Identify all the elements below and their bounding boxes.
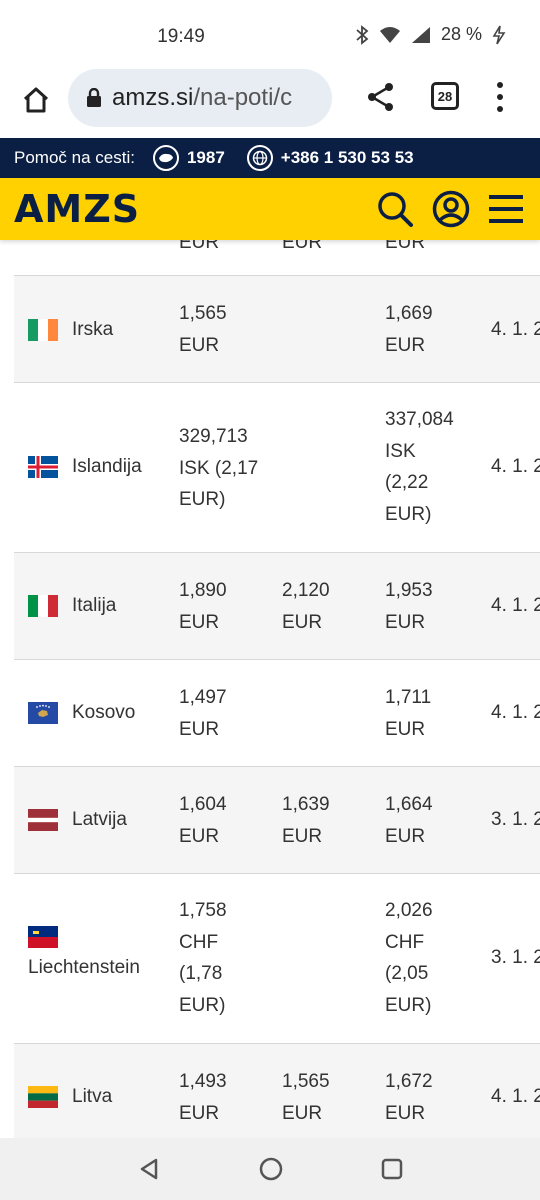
home-icon: [23, 87, 49, 113]
price-cell: 1,672 EUR: [385, 1071, 433, 1124]
price-cell: 1,669 EUR: [385, 303, 433, 356]
phone-intl-link[interactable]: +386 1 530 53 53: [246, 145, 414, 171]
phone-short: 1987: [186, 148, 225, 167]
roadside-help-bar: Pomoč na cesti: 1987 +386 1 530 53 53: [0, 138, 540, 178]
wifi-icon: [379, 26, 400, 43]
status-icons: 28 %: [355, 24, 506, 45]
country-cell: Irska: [28, 314, 113, 346]
table-row: Irska 1,565 EUR 1,669 EUR 4. 1. 2: [14, 276, 540, 383]
table-row: Litva 1,493 EUR 1,565 EUR 1,672 EUR 4. 1…: [14, 1044, 540, 1138]
price-cell: 1,639 EUR: [282, 794, 330, 847]
date-cell: 4. 1. 2: [491, 702, 540, 723]
phone-intl: +386 1 530 53 53: [280, 148, 414, 167]
price-cell: 1,711 EUR: [385, 687, 432, 740]
country-cell: Kosovo: [28, 697, 135, 729]
iceland-flag-icon: [28, 455, 58, 478]
date-cell: 4. 1. 2: [491, 456, 540, 477]
country-cell: Latvija: [28, 804, 127, 836]
back-icon[interactable]: [137, 1157, 161, 1181]
country-name: Latvija: [72, 809, 127, 830]
home-button[interactable]: [16, 80, 56, 120]
price-cell: 1,604 EUR: [179, 794, 227, 847]
country-cell: Italija: [28, 590, 116, 622]
amzs-logo[interactable]: AMZS: [14, 187, 140, 231]
price-cell: 1,664 EUR: [385, 794, 433, 847]
date-cell: 3. 1. 2: [491, 809, 540, 830]
menu-dot-icon: [497, 82, 503, 88]
bluetooth-icon: [356, 24, 369, 45]
menu-dot-icon: [497, 106, 503, 112]
price-cell: 1,565 EUR: [179, 303, 227, 356]
country-cell: Liechtenstein: [28, 926, 140, 984]
table-row: Liechtenstein 1,758 CHF (1,78 EUR) 2,026…: [14, 874, 540, 1044]
battery-charging-icon: [492, 25, 506, 44]
home-circle-icon[interactable]: [259, 1157, 283, 1181]
price-cell: 2,120 EUR: [282, 580, 330, 633]
table-row: Islandija 329,713 ISK (2,17 EUR) 337,084…: [14, 383, 540, 553]
price-cell: 1,497 EUR: [179, 687, 227, 740]
share-button[interactable]: [364, 80, 398, 114]
slovenia-map-icon: [152, 145, 179, 171]
price-cell: 1,565 EUR: [282, 1071, 330, 1124]
italy-flag-icon: [28, 594, 58, 617]
status-bar: 19:49 28 %: [0, 0, 540, 66]
country-cell: Islandija: [28, 451, 142, 483]
help-label: Pomoč na cesti:: [14, 148, 135, 167]
country-name: Irska: [72, 319, 114, 340]
browser-menu-button[interactable]: [490, 82, 510, 112]
user-account-icon[interactable]: [432, 190, 470, 228]
date-cell: 4. 1. 2: [491, 319, 540, 340]
phone-short-link[interactable]: 1987: [152, 145, 225, 171]
search-icon[interactable]: [376, 190, 414, 228]
country-name: Liechtenstein: [28, 957, 140, 978]
recents-icon[interactable]: [381, 1158, 403, 1180]
country-name: Kosovo: [72, 702, 136, 723]
date-cell: 4. 1. 2: [491, 1086, 540, 1107]
price-cell: 329,713 ISK (2,17 EUR): [179, 426, 259, 510]
lock-icon: [87, 88, 101, 107]
country-cell: Litva: [28, 1081, 112, 1113]
address-bar[interactable]: amzs.si/na-poti/c: [68, 69, 332, 127]
table-row: Italija 1,890 EUR 2,120 EUR 1,953 EUR 4.…: [14, 553, 540, 660]
kosovo-flag-icon: [28, 701, 58, 724]
menu-dot-icon: [497, 94, 503, 100]
country-name: Italija: [72, 595, 117, 616]
price-cell: 1,953 EUR: [385, 580, 433, 633]
price-cell: 2,026 CHF (2,05 EUR): [385, 900, 433, 1016]
date-cell: 3. 1. 2: [491, 947, 540, 968]
site-header: AMZS: [0, 178, 540, 240]
table-cell: EUR: [282, 240, 323, 253]
status-time: 19:49: [157, 26, 205, 47]
price-cell: 1,493 EUR: [179, 1071, 227, 1124]
tab-switcher-button[interactable]: 28: [431, 82, 459, 110]
liechtenstein-flag-icon: [28, 926, 58, 948]
table-row: Kosovo 1,497 EUR 1,711 EUR 4. 1. 2: [14, 660, 540, 767]
country-name: Islandija: [72, 456, 142, 477]
battery-percent: 28 %: [440, 24, 482, 44]
table-row: Latvija 1,604 EUR 1,639 EUR 1,664 EUR 3.…: [14, 767, 540, 874]
browser-toolbar: amzs.si/na-poti/c 28: [0, 66, 540, 138]
url-path: /na-poti/c: [193, 84, 293, 111]
table-row-partial: EUR EUR EUR: [14, 240, 540, 276]
lithuania-flag-icon: [28, 1085, 58, 1108]
price-cell: 1,758 CHF (1,78 EUR): [179, 900, 227, 1016]
ireland-flag-icon: [28, 318, 58, 341]
date-cell: 4. 1. 2: [491, 595, 540, 616]
system-nav-bar: [0, 1138, 540, 1200]
signal-icon: [411, 26, 430, 43]
globe-icon: [246, 145, 273, 171]
table-cell: EUR: [385, 240, 426, 253]
price-cell: 337,084 ISK (2,22 EUR): [385, 409, 454, 525]
hamburger-menu-icon[interactable]: [488, 193, 524, 225]
price-cell: 1,890 EUR: [179, 580, 227, 633]
url-host: amzs.si: [112, 84, 194, 111]
fuel-price-table: EUR EUR EUR Irska 1,565 EUR 1,669 EUR 4.…: [14, 240, 540, 1138]
latvia-flag-icon: [28, 808, 58, 831]
country-name: Litva: [72, 1086, 113, 1107]
share-icon: [368, 83, 393, 111]
table-cell: EUR: [179, 240, 220, 253]
